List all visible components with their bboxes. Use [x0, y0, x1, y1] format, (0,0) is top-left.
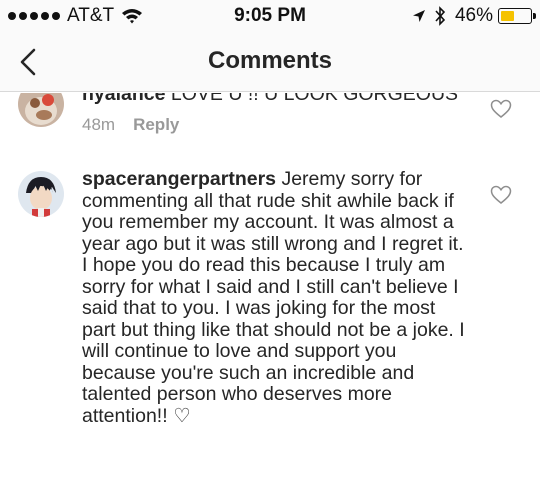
heart-outline-icon[interactable]	[490, 99, 512, 119]
bluetooth-icon	[435, 6, 446, 26]
comments-list[interactable]: nyalance LOVE U !! U LOOK GORGEOUS 48m Re…	[0, 93, 540, 479]
avatar-image	[18, 171, 64, 217]
battery-percent: 46%	[454, 5, 493, 26]
comment-text: nyalance LOVE U !! U LOOK GORGEOUS	[82, 93, 472, 106]
comment-meta: 48m Reply	[82, 115, 179, 135]
comment-time: 48m	[82, 115, 116, 134]
heart-outline-icon[interactable]	[490, 185, 512, 205]
avatar[interactable]	[18, 93, 64, 127]
location-arrow-icon	[412, 10, 425, 22]
avatar[interactable]	[18, 171, 64, 217]
status-bar-right: 46%	[412, 5, 536, 26]
page-title: Comments	[207, 47, 333, 74]
battery-level-fill	[500, 10, 514, 21]
reply-button[interactable]: Reply	[133, 115, 179, 134]
battery-icon	[498, 8, 536, 24]
comment-text: spacerangerpartners Jeremy sorry for com…	[82, 168, 472, 427]
status-bar: AT&T 9:05 PM 46%	[0, 0, 540, 32]
avatar-image	[18, 93, 64, 127]
comment-message: LOVE U !! U LOOK GORGEOUS	[170, 93, 459, 105]
battery-cap	[533, 13, 536, 19]
comment-username[interactable]: nyalance	[82, 93, 165, 105]
comment-username[interactable]: spacerangerpartners	[82, 168, 276, 190]
navigation-bar: Comments	[0, 32, 540, 92]
comment-message: Jeremy sorry for commenting all that rud…	[82, 168, 465, 427]
